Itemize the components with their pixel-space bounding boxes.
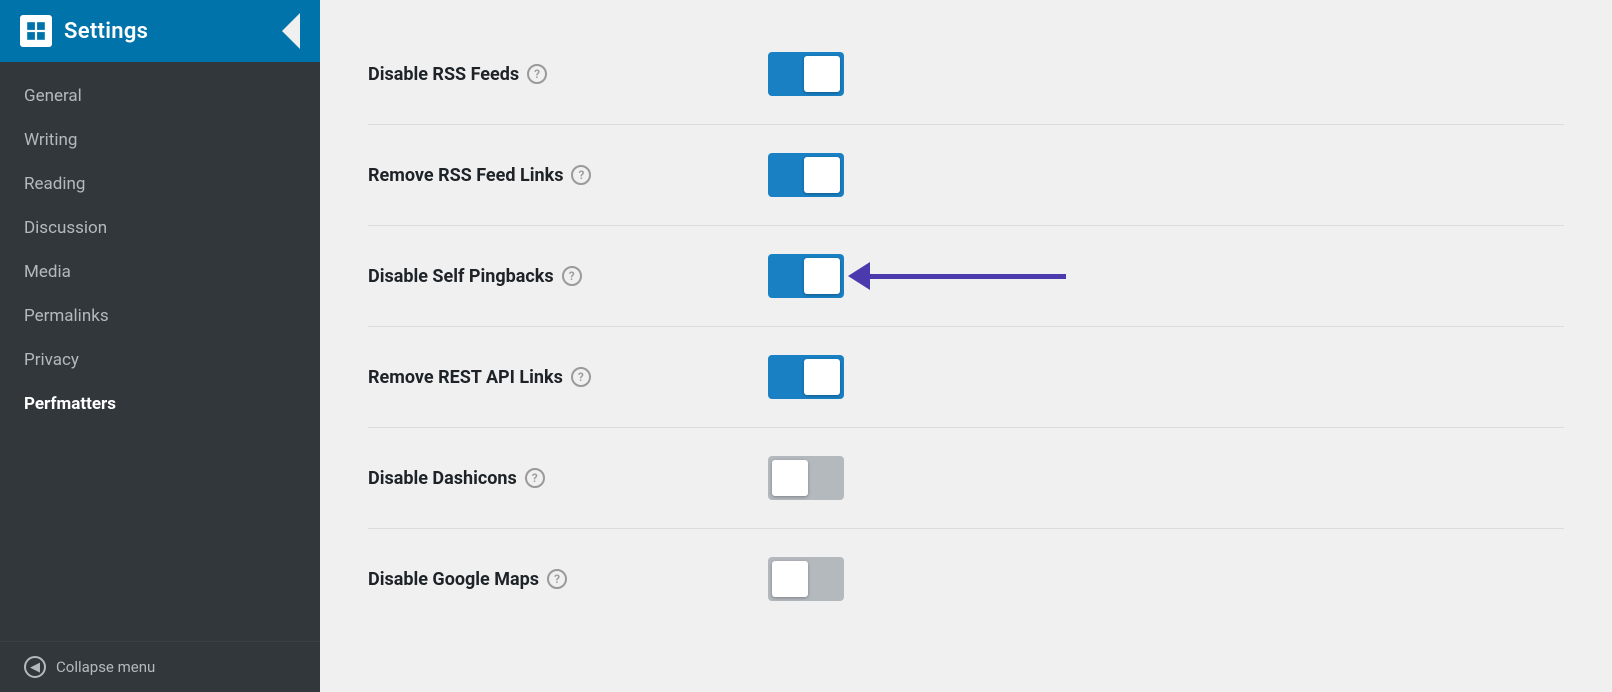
help-icon[interactable]: ? [562, 266, 582, 286]
toggle-disable-rss-feeds[interactable] [768, 52, 844, 96]
toggle-disable-dashicons[interactable] [768, 456, 844, 500]
sidebar-title: Settings [64, 19, 148, 44]
settings-label-text: Disable Self Pingbacks [368, 266, 554, 287]
settings-row: Disable Self Pingbacks? [368, 226, 1564, 327]
toggle-disable-self-pingbacks[interactable] [768, 254, 844, 298]
arrow-annotation [848, 262, 1066, 290]
toggle-remove-rest-api-links[interactable] [768, 355, 844, 399]
toggle-disable-google-maps[interactable] [768, 557, 844, 601]
toggle-wrap [768, 557, 844, 601]
sidebar-nav: GeneralWritingReadingDiscussionMediaPerm… [0, 62, 320, 641]
toggle-knob [804, 56, 840, 92]
sidebar-item-reading[interactable]: Reading [0, 162, 320, 206]
collapse-menu-button[interactable]: ◀ Collapse menu [0, 641, 320, 692]
toggle-wrap [768, 153, 844, 197]
sidebar-collapse-arrow[interactable] [282, 13, 300, 49]
settings-label: Disable Self Pingbacks? [368, 266, 708, 287]
settings-row: Disable RSS Feeds? [368, 24, 1564, 125]
toggle-remove-rss-feed-links[interactable] [768, 153, 844, 197]
sidebar: Settings GeneralWritingReadingDiscussion… [0, 0, 320, 692]
toggle-knob [804, 359, 840, 395]
settings-row: Disable Dashicons? [368, 428, 1564, 529]
collapse-label: Collapse menu [56, 658, 155, 676]
toggle-knob [804, 157, 840, 193]
settings-label-text: Disable Dashicons [368, 468, 517, 489]
toggle-wrap [768, 52, 844, 96]
settings-row: Remove REST API Links? [368, 327, 1564, 428]
toggle-wrap [768, 254, 844, 298]
sidebar-header: Settings [0, 0, 320, 62]
toggle-wrap [768, 355, 844, 399]
toggle-knob [772, 561, 808, 597]
sidebar-item-general[interactable]: General [0, 74, 320, 118]
main-content: Disable RSS Feeds?Remove RSS Feed Links?… [320, 0, 1612, 692]
toggle-knob [804, 258, 840, 294]
help-icon[interactable]: ? [527, 64, 547, 84]
sidebar-item-discussion[interactable]: Discussion [0, 206, 320, 250]
sidebar-item-privacy[interactable]: Privacy [0, 338, 320, 382]
arrow-line [866, 274, 1066, 279]
collapse-icon: ◀ [24, 656, 46, 678]
toggle-knob [772, 460, 808, 496]
settings-row: Remove RSS Feed Links? [368, 125, 1564, 226]
sidebar-item-perfmatters[interactable]: Perfmatters [0, 382, 320, 426]
settings-label: Disable Dashicons? [368, 468, 708, 489]
help-icon[interactable]: ? [547, 569, 567, 589]
settings-label: Disable RSS Feeds? [368, 64, 708, 85]
settings-label-text: Disable Google Maps [368, 569, 539, 590]
toggle-wrap [768, 456, 844, 500]
sidebar-item-media[interactable]: Media [0, 250, 320, 294]
settings-label: Remove REST API Links? [368, 367, 708, 388]
wordpress-logo [20, 15, 52, 47]
settings-label: Remove RSS Feed Links? [368, 165, 708, 186]
settings-label-text: Disable RSS Feeds [368, 64, 519, 85]
help-icon[interactable]: ? [571, 165, 591, 185]
sidebar-item-permalinks[interactable]: Permalinks [0, 294, 320, 338]
settings-label: Disable Google Maps? [368, 569, 708, 590]
settings-list: Disable RSS Feeds?Remove RSS Feed Links?… [320, 0, 1612, 653]
help-icon[interactable]: ? [525, 468, 545, 488]
settings-label-text: Remove RSS Feed Links [368, 165, 563, 186]
settings-label-text: Remove REST API Links [368, 367, 563, 388]
sidebar-item-writing[interactable]: Writing [0, 118, 320, 162]
settings-row: Disable Google Maps? [368, 529, 1564, 629]
help-icon[interactable]: ? [571, 367, 591, 387]
